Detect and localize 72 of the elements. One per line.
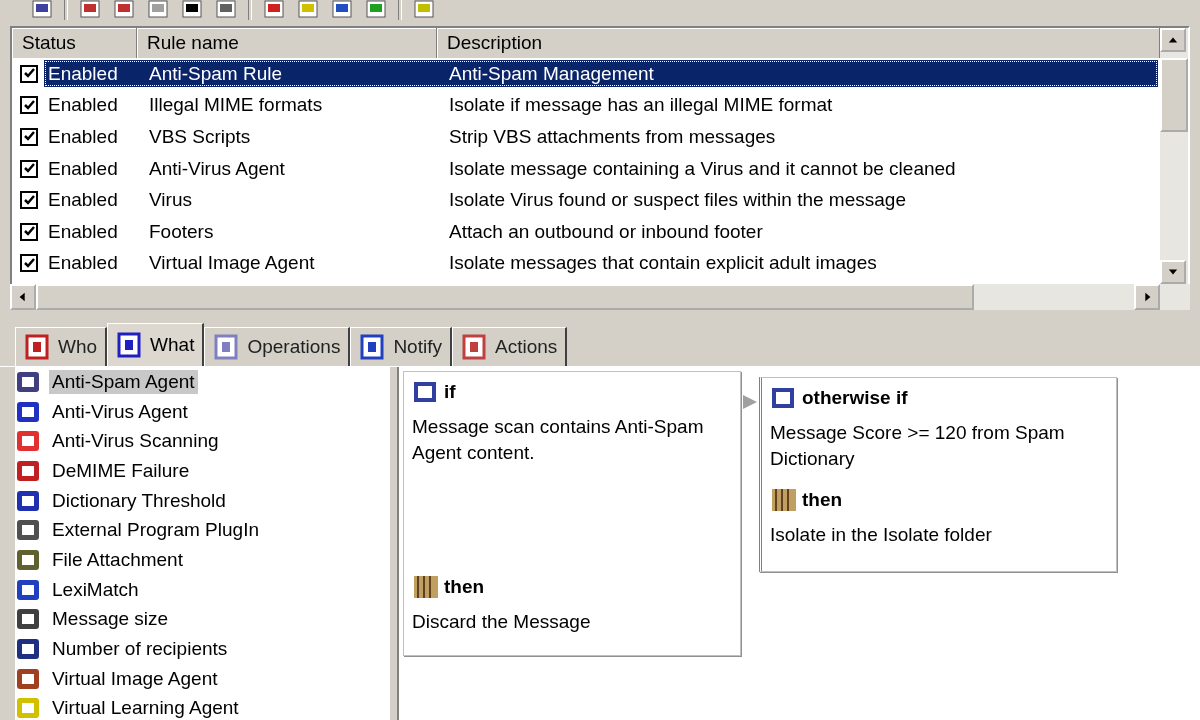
clause-heading: otherwise if <box>802 387 908 409</box>
scroll-thumb[interactable] <box>1160 58 1188 132</box>
rule-row[interactable]: Enabled Illegal MIME formats Isolate if message has an illegal MIME format <box>44 91 1158 119</box>
checkbox[interactable] <box>20 128 38 146</box>
scroll-thumb[interactable] <box>36 284 974 310</box>
rule-row[interactable]: Enabled Virus Isolate Virus found or suspect files within the message <box>44 186 1158 214</box>
checkbox[interactable] <box>20 96 38 115</box>
condition-item[interactable]: Anti-Virus Agent <box>49 399 191 424</box>
clause-text: Message scan contains Anti-Spam Agent content. <box>412 415 705 465</box>
table-cell-text: Enabled <box>47 126 119 148</box>
table-cell-text: Enabled <box>47 189 119 212</box>
rule-row[interactable]: Enabled Anti-Virus Agent Isolate message containing a Virus and it cannot be cleaned <box>44 155 1158 183</box>
table-cell-text: Virtual Image Agent <box>148 252 316 275</box>
check-icon <box>22 256 36 270</box>
horizontal-scrollbar[interactable] <box>10 284 1190 310</box>
checkbox[interactable] <box>20 159 38 178</box>
scroll-left-icon[interactable] <box>10 284 36 310</box>
table-cell-text: Illegal MIME formats <box>148 94 324 117</box>
scroll-up-icon[interactable] <box>1160 28 1186 52</box>
clause-heading: then <box>444 576 485 598</box>
vertical-scrollbar[interactable] <box>1160 28 1188 284</box>
table-cell-text: Enabled <box>47 94 119 117</box>
table-cell-text: Anti-Spam Rule <box>148 62 284 85</box>
table-cell-text: Isolate message containing a Virus and it cannot be cleaned <box>448 157 956 180</box>
check-icon <box>22 193 36 207</box>
table-cell-text: Enabled <box>47 157 119 180</box>
condition-item[interactable]: DeMIME Failure <box>49 458 193 483</box>
condition-item[interactable]: LexiMatch <box>49 577 142 602</box>
rule-row[interactable]: Enabled VBS Scripts Strip VBS attachments from messages <box>44 123 1158 151</box>
condition-item[interactable]: External Program PlugIn <box>49 518 262 543</box>
arrow-icon <box>741 393 759 411</box>
clause-heading: then <box>802 489 843 511</box>
table-cell-text: Enabled <box>47 252 119 275</box>
clause-text: Message Score >= 120 from Spam Dictionary <box>770 421 1066 471</box>
table-cell-text: Isolate if message has an illegal MIME format <box>448 94 833 117</box>
check-icon <box>22 98 36 112</box>
rule-row[interactable]: Enabled Virtual Image Agent Isolate messages that contain explicit adult images <box>44 249 1158 277</box>
clause-text: Discard the Message <box>412 610 592 634</box>
table-cell-text: Isolate messages that contain explicit adult images <box>448 252 877 275</box>
rule-row[interactable]: Enabled Footers Attach an outbound or inbound footer <box>44 218 1158 246</box>
condition-item[interactable]: File Attachment <box>49 547 186 572</box>
condition-item[interactable]: Virtual Image Agent <box>49 666 221 691</box>
condition-item[interactable]: Number of recipients <box>49 637 231 662</box>
column-header[interactable]: Rule name <box>137 28 437 58</box>
column-header[interactable]: Description <box>437 28 1160 58</box>
clause-text: Isolate in the Isolate folder <box>770 523 993 547</box>
condition-item[interactable]: Message size <box>49 607 172 632</box>
checkbox[interactable] <box>20 254 38 273</box>
checkbox[interactable] <box>20 64 38 83</box>
table-cell-text: VBS Scripts <box>148 126 252 148</box>
table-cell-text: Enabled <box>47 220 119 243</box>
square-icon <box>116 331 143 359</box>
condition-item[interactable]: Anti-Virus Scanning <box>49 429 222 454</box>
rule-row[interactable]: Enabled Anti-Spam Rule Anti-Spam Management <box>44 60 1158 88</box>
clause-heading: if <box>444 381 456 403</box>
table-cell-text: Attach an outbound or inbound footer <box>448 220 763 243</box>
checkbox[interactable] <box>20 191 38 210</box>
scroll-down-icon[interactable] <box>1160 260 1186 284</box>
table-cell-text: Footers <box>148 220 215 243</box>
checkbox[interactable] <box>20 222 38 241</box>
table-cell-text: Anti-Virus Agent <box>148 157 286 180</box>
column-header[interactable]: Status <box>12 28 137 58</box>
scroll-right-icon[interactable] <box>1134 284 1160 310</box>
table-cell-text: Virus <box>148 189 193 212</box>
condition-item[interactable]: Virtual Learning Agent <box>49 696 242 720</box>
table-cell-text: Strip VBS attachments from messages <box>448 126 776 148</box>
condition-item[interactable]: Anti-Spam Agent <box>49 369 198 394</box>
table-cell-text: Isolate Virus found or suspect files within the message <box>448 189 906 212</box>
condition-item[interactable]: Dictionary Threshold <box>49 488 229 513</box>
table-cell-text: Enabled <box>47 62 119 85</box>
table-cell-text: Anti-Spam Management <box>448 62 654 85</box>
tab[interactable]: What <box>107 323 205 366</box>
